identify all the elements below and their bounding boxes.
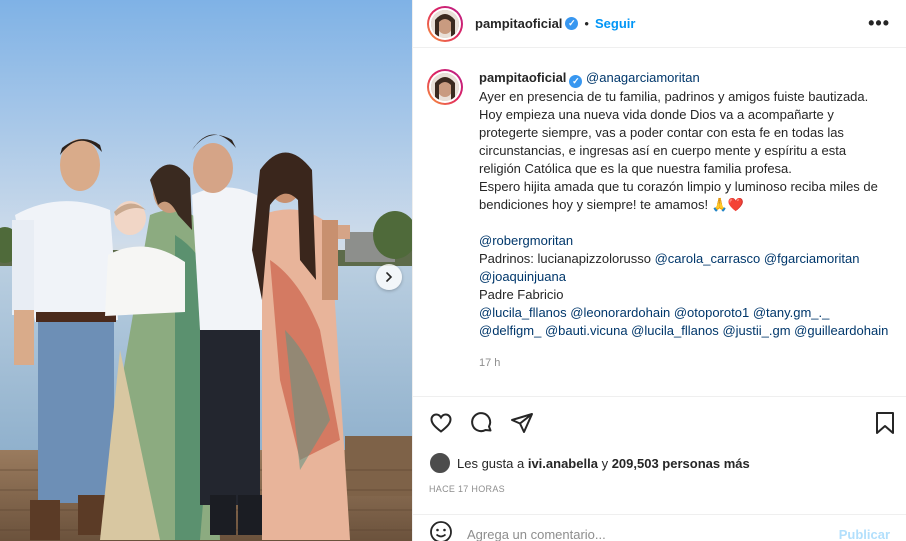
caption-avatar-image — [431, 73, 459, 101]
post-header: pampitaoficial ✓ • Seguir ••• — [413, 0, 906, 48]
post-timestamp: HACE 17 HORAS — [429, 484, 505, 494]
separator-dot: • — [584, 16, 589, 31]
mention-link[interactable]: @lucila_fllanos — [479, 305, 567, 320]
family-photo — [0, 0, 412, 541]
heart-icon[interactable] — [429, 411, 453, 440]
caption-row: pampitaoficial ✓ @anagarciamoritan Ayer e… — [427, 69, 892, 372]
add-comment-bar: Publicar — [413, 514, 906, 541]
caption-paragraph-1: Ayer en presencia de tu familia, padrino… — [479, 88, 869, 176]
author-avatar[interactable] — [427, 5, 463, 42]
mention-link[interactable]: @carola_carrasco — [655, 251, 761, 266]
mention-link[interactable]: @delfigm_ — [479, 323, 541, 338]
comment-icon[interactable] — [470, 411, 494, 440]
mention-link[interactable]: @leonorardohain — [570, 305, 670, 320]
follow-button[interactable]: Seguir — [595, 16, 635, 31]
post-actions-bar — [413, 396, 906, 448]
emoji-icon[interactable] — [429, 520, 453, 541]
padrinos-label: Padrinos: lucianapizzolorusso — [479, 250, 651, 266]
comment-input[interactable] — [467, 527, 839, 541]
likes-summary: Les gusta a ivi.anabella y 209,503 perso… — [429, 452, 750, 474]
mention-link[interactable]: @tany.gm_._ — [753, 305, 830, 320]
caption-author-avatar[interactable] — [427, 69, 463, 105]
mention-link[interactable]: @otoporoto1 — [674, 305, 749, 320]
caption-area: pampitaoficial ✓ @anagarciamoritan Ayer e… — [413, 49, 906, 396]
likes-count[interactable]: 209,503 personas más — [612, 456, 750, 471]
mention-link[interactable]: @joaquinjuana — [479, 269, 566, 284]
padre-label: Padre Fabricio — [479, 286, 564, 302]
more-options-icon[interactable]: ••• — [868, 14, 890, 32]
caption-text: pampitaoficial ✓ @anagarciamoritan Ayer e… — [479, 69, 889, 372]
author-avatar-image — [431, 9, 459, 38]
mention-link[interactable]: @justii_.gm — [722, 323, 790, 338]
mention-link[interactable]: @fgarciamoritan — [764, 251, 860, 266]
mention-link[interactable]: @lucila_fllanos — [631, 323, 719, 338]
caption-verified-badge-icon: ✓ — [569, 74, 583, 88]
author-username[interactable]: pampitaoficial — [475, 16, 562, 31]
verified-badge-icon: ✓ — [565, 17, 579, 30]
publish-button[interactable]: Publicar — [839, 527, 890, 541]
likes-middle: y — [601, 455, 609, 471]
caption-timestamp[interactable]: 17 h — [479, 354, 889, 372]
bookmark-icon[interactable] — [875, 411, 895, 440]
mention-link[interactable]: @robergmoritan — [479, 233, 573, 248]
post-photo — [0, 0, 412, 541]
caption-paragraph-2: Espero hijita amada que tu corazón limpi… — [479, 178, 878, 212]
post-details-panel: pampitaoficial ✓ • Seguir ••• pampitaofi… — [412, 0, 906, 541]
mention-link[interactable]: @bauti.vicuna — [545, 323, 628, 338]
mention-link[interactable]: @anagarciamoritan — [586, 70, 700, 85]
next-image-button[interactable] — [376, 264, 402, 290]
likes-prefix: Les gusta a — [457, 455, 525, 471]
caption-username[interactable]: pampitaoficial — [479, 70, 566, 85]
share-icon[interactable] — [510, 411, 534, 440]
liker-avatar[interactable] — [429, 452, 451, 474]
liker-username[interactable]: ivi.anabella — [528, 456, 598, 471]
chevron-right-icon — [386, 272, 393, 282]
mention-link[interactable]: @guilleardohain — [794, 323, 888, 338]
